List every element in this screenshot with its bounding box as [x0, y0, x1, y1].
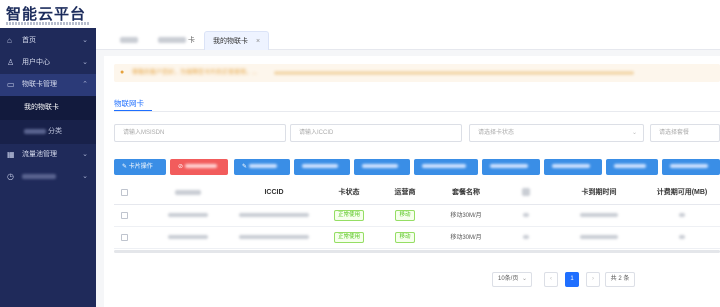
logo-subtitle — [6, 22, 90, 25]
tab-card[interactable]: 卡 — [150, 31, 203, 50]
chevron-up-icon: ⌃ — [82, 81, 88, 88]
chevron-down-icon: ⌄ — [631, 130, 637, 136]
action-button-3[interactable] — [354, 159, 410, 175]
user-icon: ♙ — [7, 58, 15, 67]
sidebar-item-home[interactable]: ⌂ 首页 ⌄ — [0, 30, 96, 52]
msisdn-input[interactable]: 请输入MSISDN — [114, 124, 286, 142]
blurred-text — [670, 164, 708, 169]
tab-my-iot-cards[interactable]: 我的物联卡 × — [204, 31, 270, 50]
divider — [114, 111, 720, 112]
sidebar-item-label: 用户中心 — [22, 59, 50, 66]
iccid-input[interactable]: 请输入ICCID — [290, 124, 462, 142]
tab-bar: 卡 我的物联卡 × — [96, 28, 720, 50]
edit-icon: ✎ — [242, 164, 249, 170]
blurred-text — [422, 164, 466, 169]
close-icon[interactable]: × — [256, 38, 260, 45]
top-bar: 智能云平台 — [0, 0, 720, 28]
chevron-down-icon: ⌄ — [82, 173, 88, 180]
sidebar-item-user-center[interactable]: ♙ 用户中心 ⌄ — [0, 52, 96, 74]
notice-blur — [274, 71, 634, 75]
action-button-4[interactable] — [414, 159, 478, 175]
blurred-text — [184, 164, 217, 169]
content-panel: ● 尊敬的客户您好，为保障您卡片的正常使用，... 物联网卡 请输入MSISDN… — [104, 56, 720, 307]
grid-icon: ▦ — [7, 150, 15, 159]
blurred-text — [614, 164, 646, 169]
home-icon: ⌂ — [7, 36, 12, 45]
delete-icon: ⊘ — [178, 164, 185, 170]
sidebar-item-label: 我的物联卡 — [24, 104, 59, 111]
blurred-text — [362, 164, 398, 169]
tab-blurred-1[interactable] — [112, 31, 146, 50]
blurred-text — [302, 164, 338, 169]
tab-label: 我的物联卡 — [213, 38, 248, 45]
tab-label: 卡 — [187, 37, 195, 44]
sidebar-item-flow-pool[interactable]: ▦ 流量池管理 ⌄ — [0, 144, 96, 166]
app-logo[interactable]: 智能云平台 — [6, 3, 90, 25]
clock-icon: ◷ — [7, 172, 14, 181]
chevron-down-icon: ⌄ — [82, 59, 88, 66]
page-title: 物联网卡 — [114, 99, 144, 108]
placeholder: 请输入ICCID — [299, 130, 334, 136]
blurred-text — [248, 164, 277, 169]
sidebar-item-label: 流量池管理 — [22, 151, 57, 158]
placeholder: 请选择套餐 — [659, 130, 690, 136]
sidebar-item-my-iot-cards[interactable]: 我的物联卡 — [0, 96, 96, 120]
blurred-text — [120, 37, 138, 44]
action-button-2[interactable] — [294, 159, 350, 175]
blurred-text — [490, 164, 528, 169]
package-select[interactable]: 请选择套餐 — [650, 124, 720, 142]
action-button-1[interactable]: ✎ — [234, 159, 290, 175]
notice-text: 尊敬的客户您好，为保障您卡片的正常使用，... — [132, 70, 258, 76]
blurred-text — [158, 37, 186, 44]
chevron-down-icon: ⌄ — [82, 151, 88, 158]
sidebar-item-blurred[interactable]: ◷ ⌄ — [0, 166, 96, 188]
blurred-text — [552, 164, 590, 169]
sidebar-item-category[interactable]: 分类 — [0, 120, 96, 144]
notice-bar: ● 尊敬的客户您好，为保障您卡片的正常使用，... — [114, 64, 720, 82]
placeholder: 请选择卡状态 — [478, 130, 515, 136]
card-icon: ▭ — [7, 80, 15, 89]
sidebar-item-label: 物联卡管理 — [22, 81, 57, 88]
edit-icon: ✎ — [122, 164, 129, 170]
sidebar-item-iot-card-management[interactable]: ▭ 物联卡管理 ⌃ — [0, 74, 96, 96]
sidebar-item-label: 分类 — [47, 128, 62, 135]
logo-text: 智能云平台 — [6, 5, 87, 23]
card-ops-button[interactable]: ✎ 卡片操作 — [114, 159, 166, 175]
warning-icon: ● — [120, 69, 125, 76]
action-button-8[interactable] — [662, 159, 720, 175]
sidebar: ⌂ 首页 ⌄ ♙ 用户中心 ⌄ ▭ 物联卡管理 ⌃ 我的物联卡 分类 ▦ 流量池… — [0, 28, 96, 307]
title-underline — [114, 110, 152, 111]
button-label: 卡片操作 — [128, 164, 153, 170]
action-button-6[interactable] — [544, 159, 602, 175]
action-button-7[interactable] — [606, 159, 658, 175]
blurred-text — [24, 128, 46, 134]
sidebar-item-label: 首页 — [22, 37, 36, 44]
action-button-5[interactable] — [482, 159, 540, 175]
main-content: ● 尊敬的客户您好，为保障您卡片的正常使用，... 物联网卡 请输入MSISDN… — [96, 50, 720, 307]
blurred-text — [22, 173, 56, 179]
card-status-select[interactable]: 请选择卡状态 ⌄ — [469, 124, 644, 142]
red-action-button[interactable]: ⊘ — [170, 159, 228, 175]
placeholder: 请输入MSISDN — [123, 130, 165, 136]
chevron-down-icon: ⌄ — [82, 37, 88, 44]
